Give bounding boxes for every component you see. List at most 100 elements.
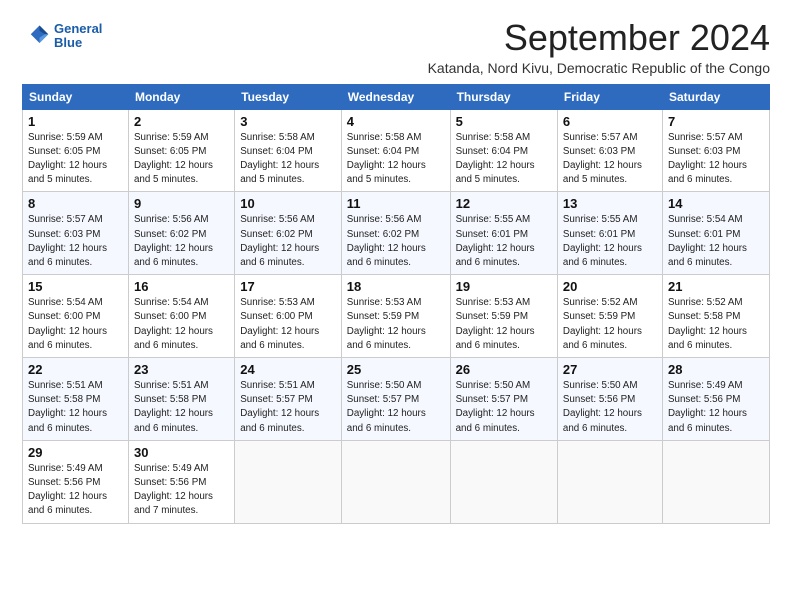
day-number: 29 xyxy=(28,445,123,460)
day-cell: 2 Sunrise: 5:59 AMSunset: 6:05 PMDaylight… xyxy=(128,109,234,192)
day-cell: 25 Sunrise: 5:50 AMSunset: 5:57 PMDayligh… xyxy=(341,358,450,441)
day-info: Sunrise: 5:56 AMSunset: 6:02 PMDaylight:… xyxy=(134,213,229,270)
day-number: 8 xyxy=(28,196,123,211)
day-cell: 9 Sunrise: 5:56 AMSunset: 6:02 PMDaylight… xyxy=(128,192,234,275)
day-cell: 18Sunrise: 5:53 AMSunset: 5:59 PMDayligh… xyxy=(341,275,450,358)
day-cell: 15 Sunrise: 5:54 AMSunset: 6:00 PMDayligh… xyxy=(23,275,129,358)
header-cell-saturday: Saturday xyxy=(662,84,769,109)
header-cell-wednesday: Wednesday xyxy=(341,84,450,109)
day-info: Sunrise: 5:52 AMSunset: 5:58 PMDaylight:… xyxy=(668,296,764,353)
day-cell: 11 Sunrise: 5:56 AMSunset: 6:02 PMDayligh… xyxy=(341,192,450,275)
day-number: 22 xyxy=(28,362,123,377)
day-cell: 28Sunrise: 5:49 AMSunset: 5:56 PMDayligh… xyxy=(662,358,769,441)
day-number: 21 xyxy=(668,279,764,294)
day-cell: 8 Sunrise: 5:57 AMSunset: 6:03 PMDaylight… xyxy=(23,192,129,275)
day-number: 1 xyxy=(28,114,123,129)
day-cell: 13 Sunrise: 5:55 AMSunset: 6:01 PMDayligh… xyxy=(557,192,662,275)
day-number: 7 xyxy=(668,114,764,129)
day-number: 16 xyxy=(134,279,229,294)
day-info: Sunrise: 5:57 AMSunset: 6:03 PMDaylight:… xyxy=(28,213,123,270)
day-number: 2 xyxy=(134,114,229,129)
day-number: 14 xyxy=(668,196,764,211)
week-row-1: 1 Sunrise: 5:59 AMSunset: 6:05 PMDaylight… xyxy=(23,109,770,192)
day-cell xyxy=(235,440,342,523)
day-cell: 12Sunrise: 5:55 AMSunset: 6:01 PMDayligh… xyxy=(450,192,557,275)
day-cell xyxy=(450,440,557,523)
day-cell: 22 Sunrise: 5:51 AMSunset: 5:58 PMDayligh… xyxy=(23,358,129,441)
day-cell: 7Sunrise: 5:57 AMSunset: 6:03 PMDaylight… xyxy=(662,109,769,192)
day-info: Sunrise: 5:58 AMSunset: 6:04 PMDaylight:… xyxy=(456,131,552,188)
day-cell: 24 Sunrise: 5:51 AMSunset: 5:57 PMDayligh… xyxy=(235,358,342,441)
day-number: 23 xyxy=(134,362,229,377)
day-info: Sunrise: 5:53 AMSunset: 5:59 PMDaylight:… xyxy=(456,296,552,353)
header: General Blue September 2024 Katanda, Nor… xyxy=(22,18,770,76)
day-cell: 4Sunrise: 5:58 AMSunset: 6:04 PMDaylight… xyxy=(341,109,450,192)
day-cell xyxy=(557,440,662,523)
day-info: Sunrise: 5:54 AMSunset: 6:00 PMDaylight:… xyxy=(134,296,229,353)
day-info: Sunrise: 5:50 AMSunset: 5:56 PMDaylight:… xyxy=(563,379,657,436)
day-cell xyxy=(662,440,769,523)
month-title: September 2024 xyxy=(428,18,770,58)
day-number: 26 xyxy=(456,362,552,377)
title-block: September 2024 Katanda, Nord Kivu, Democ… xyxy=(428,18,770,76)
day-cell: 14 Sunrise: 5:54 AMSunset: 6:01 PMDayligh… xyxy=(662,192,769,275)
day-cell: 3 Sunrise: 5:58 AMSunset: 6:04 PMDaylight… xyxy=(235,109,342,192)
day-info: Sunrise: 5:49 AMSunset: 5:56 PMDaylight:… xyxy=(28,462,123,519)
day-info: Sunrise: 5:55 AMSunset: 6:01 PMDaylight:… xyxy=(563,213,657,270)
day-number: 25 xyxy=(347,362,445,377)
day-cell: 16 Sunrise: 5:54 AMSunset: 6:00 PMDayligh… xyxy=(128,275,234,358)
day-info: Sunrise: 5:51 AMSunset: 5:58 PMDaylight:… xyxy=(28,379,123,436)
day-cell: 19Sunrise: 5:53 AMSunset: 5:59 PMDayligh… xyxy=(450,275,557,358)
day-info: Sunrise: 5:50 AMSunset: 5:57 PMDaylight:… xyxy=(347,379,445,436)
day-cell: 26Sunrise: 5:50 AMSunset: 5:57 PMDayligh… xyxy=(450,358,557,441)
day-number: 15 xyxy=(28,279,123,294)
day-number: 11 xyxy=(347,196,445,211)
day-number: 3 xyxy=(240,114,336,129)
header-cell-tuesday: Tuesday xyxy=(235,84,342,109)
day-info: Sunrise: 5:54 AMSunset: 6:00 PMDaylight:… xyxy=(28,296,123,353)
day-number: 30 xyxy=(134,445,229,460)
header-row: SundayMondayTuesdayWednesdayThursdayFrid… xyxy=(23,84,770,109)
day-number: 9 xyxy=(134,196,229,211)
day-info: Sunrise: 5:54 AMSunset: 6:01 PMDaylight:… xyxy=(668,213,764,270)
day-number: 24 xyxy=(240,362,336,377)
day-cell: 27 Sunrise: 5:50 AMSunset: 5:56 PMDayligh… xyxy=(557,358,662,441)
day-cell: 10 Sunrise: 5:56 AMSunset: 6:02 PMDayligh… xyxy=(235,192,342,275)
day-info: Sunrise: 5:56 AMSunset: 6:02 PMDaylight:… xyxy=(347,213,445,270)
day-info: Sunrise: 5:51 AMSunset: 5:57 PMDaylight:… xyxy=(240,379,336,436)
day-number: 6 xyxy=(563,114,657,129)
day-info: Sunrise: 5:51 AMSunset: 5:58 PMDaylight:… xyxy=(134,379,229,436)
day-number: 5 xyxy=(456,114,552,129)
day-info: Sunrise: 5:49 AMSunset: 5:56 PMDaylight:… xyxy=(668,379,764,436)
week-row-3: 15 Sunrise: 5:54 AMSunset: 6:00 PMDayligh… xyxy=(23,275,770,358)
day-info: Sunrise: 5:59 AMSunset: 6:05 PMDaylight:… xyxy=(134,131,229,188)
day-cell: 20 Sunrise: 5:52 AMSunset: 5:59 PMDayligh… xyxy=(557,275,662,358)
day-cell: 6 Sunrise: 5:57 AMSunset: 6:03 PMDaylight… xyxy=(557,109,662,192)
logo-icon xyxy=(22,22,50,50)
day-number: 27 xyxy=(563,362,657,377)
day-number: 18 xyxy=(347,279,445,294)
day-number: 13 xyxy=(563,196,657,211)
day-cell: 5 Sunrise: 5:58 AMSunset: 6:04 PMDaylight… xyxy=(450,109,557,192)
day-info: Sunrise: 5:49 AMSunset: 5:56 PMDaylight:… xyxy=(134,462,229,519)
calendar: SundayMondayTuesdayWednesdayThursdayFrid… xyxy=(22,84,770,524)
day-cell: 23 Sunrise: 5:51 AMSunset: 5:58 PMDayligh… xyxy=(128,358,234,441)
day-cell: 17 Sunrise: 5:53 AMSunset: 6:00 PMDayligh… xyxy=(235,275,342,358)
day-cell: 30 Sunrise: 5:49 AMSunset: 5:56 PMDayligh… xyxy=(128,440,234,523)
day-info: Sunrise: 5:59 AMSunset: 6:05 PMDaylight:… xyxy=(28,131,123,188)
day-number: 20 xyxy=(563,279,657,294)
header-cell-thursday: Thursday xyxy=(450,84,557,109)
day-number: 17 xyxy=(240,279,336,294)
day-info: Sunrise: 5:57 AMSunset: 6:03 PMDaylight:… xyxy=(563,131,657,188)
location-title: Katanda, Nord Kivu, Democratic Republic … xyxy=(428,60,770,76)
day-cell: 1 Sunrise: 5:59 AMSunset: 6:05 PMDaylight… xyxy=(23,109,129,192)
page: General Blue September 2024 Katanda, Nor… xyxy=(0,0,792,534)
week-row-5: 29 Sunrise: 5:49 AMSunset: 5:56 PMDayligh… xyxy=(23,440,770,523)
day-info: Sunrise: 5:53 AMSunset: 6:00 PMDaylight:… xyxy=(240,296,336,353)
header-cell-sunday: Sunday xyxy=(23,84,129,109)
day-info: Sunrise: 5:52 AMSunset: 5:59 PMDaylight:… xyxy=(563,296,657,353)
day-number: 10 xyxy=(240,196,336,211)
day-info: Sunrise: 5:58 AMSunset: 6:04 PMDaylight:… xyxy=(240,131,336,188)
day-info: Sunrise: 5:56 AMSunset: 6:02 PMDaylight:… xyxy=(240,213,336,270)
logo: General Blue xyxy=(22,22,102,51)
